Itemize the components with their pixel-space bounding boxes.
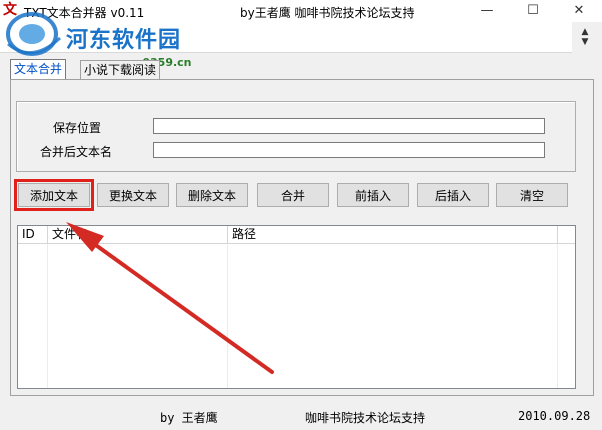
replace-text-button[interactable]: 更换文本 — [97, 183, 169, 207]
merged-name-label: 合并后文本名 — [40, 145, 113, 159]
merge-button[interactable]: 合并 — [257, 183, 329, 207]
maximize-button[interactable]: ☐ — [510, 0, 556, 22]
column-header-id[interactable]: ID — [18, 226, 48, 243]
settings-groupbox: 保存位置 合并后文本名 — [16, 101, 576, 172]
spin-down-icon[interactable]: ▼ — [578, 37, 592, 47]
window-subtitle: by王者鹰 咖啡书院技术论坛支持 — [240, 6, 415, 20]
insert-after-button[interactable]: 后插入 — [417, 183, 489, 207]
status-author: by 王者鹰 — [160, 411, 218, 425]
file-list[interactable]: ID 文件名 路径 — [17, 225, 576, 389]
watermark-text: 河东软件园 — [66, 27, 182, 53]
tab-novel-download[interactable]: 小说下载阅读 — [80, 60, 161, 79]
grid-line — [47, 244, 48, 388]
updown-spinner-icon[interactable]: ▲ ▼ — [578, 27, 592, 47]
clear-button[interactable]: 清空 — [496, 183, 568, 207]
tab-panel-text-merge: 保存位置 合并后文本名 添加文本 更换文本 删除文本 合并 前插入 后插入 清空… — [10, 79, 594, 396]
save-location-label: 保存位置 — [53, 121, 102, 135]
tab-text-merge[interactable]: 文本合并 — [10, 59, 67, 80]
watermark-logo-icon — [6, 12, 62, 56]
grid-line — [557, 244, 558, 388]
status-date: 2010.09.28 — [518, 409, 591, 423]
close-button[interactable]: ✕ — [556, 0, 602, 22]
merged-name-field[interactable] — [153, 142, 545, 158]
minimize-button[interactable]: — — [464, 0, 510, 22]
status-bar: by 王者鹰 咖啡书院技术论坛支持 2010.09.28 — [0, 403, 602, 430]
add-text-button[interactable]: 添加文本 — [14, 179, 94, 211]
insert-before-button[interactable]: 前插入 — [337, 183, 409, 207]
grid-line — [227, 244, 228, 388]
save-location-field[interactable] — [153, 118, 545, 134]
spin-up-icon[interactable]: ▲ — [578, 27, 592, 37]
status-support: 咖啡书院技术论坛支持 — [305, 411, 426, 425]
watermark-logo: 河东软件园 www.pc0359.cn — [2, 8, 212, 69]
column-header-filename[interactable]: 文件名 — [48, 226, 228, 243]
column-header-path[interactable]: 路径 — [228, 226, 558, 243]
list-header: ID 文件名 路径 — [18, 226, 575, 244]
delete-text-button[interactable]: 删除文本 — [176, 183, 248, 207]
